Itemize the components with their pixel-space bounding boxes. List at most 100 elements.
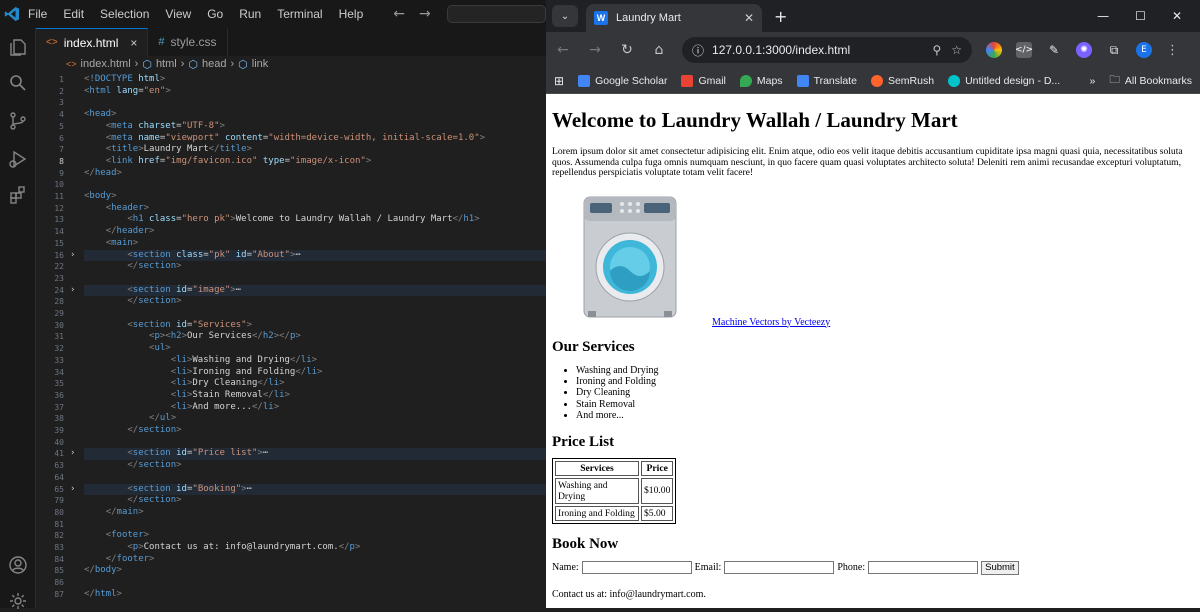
code-line[interactable]: </section> [84,261,181,273]
search-icon[interactable] [7,72,29,94]
code-line[interactable]: <meta charset="UTF-8"> [84,121,225,133]
code-line[interactable]: </head> [84,168,122,180]
code-line[interactable]: <p>Contact us at: info@laundrymart.com.<… [84,542,360,554]
menu-edit[interactable]: Edit [55,7,92,21]
breadcrumb-link[interactable]: link [252,58,269,70]
code-line[interactable]: </main> [84,507,144,519]
close-icon[interactable]: × [130,36,137,50]
code-line[interactable]: <body> [84,191,117,203]
extension-ai-icon[interactable]: ✺ [1076,42,1092,58]
more-bookmarks-chevron-icon[interactable]: » [1090,75,1096,87]
menu-go[interactable]: Go [199,7,231,21]
explorer-icon[interactable] [7,36,29,58]
code-line[interactable]: <main> [84,238,139,250]
code-line[interactable]: </footer> [84,554,155,566]
name-input[interactable] [581,561,692,575]
code-line[interactable]: <!DOCTYPE html> [84,74,165,86]
code-line[interactable]: <li>Ironing and Folding</li> [84,367,323,379]
code-line[interactable]: <li>Washing and Drying</li> [84,355,317,367]
bookmark-untitled-design[interactable]: Untitled design - D... [948,74,1060,87]
submit-button[interactable]: Submit [981,560,1019,575]
reload-icon[interactable]: ↻ [618,42,636,58]
bookmark-translate[interactable]: Translate [796,74,857,87]
minimize-icon[interactable]: — [1097,9,1109,23]
breadcrumb-html[interactable]: html [156,58,177,70]
address-bar[interactable]: ⓘ 127.0.0.1:3000/index.html ⚲ ☆ [682,37,972,63]
window-close-icon[interactable]: ✕ [1172,9,1182,23]
image-credit-link[interactable]: Machine Vectors by Vecteezy [712,317,830,328]
back-arrow-icon[interactable]: ← [393,6,405,22]
tab-search-chevron-icon[interactable]: ⌄ [552,5,578,27]
code-line[interactable]: <li>And more...</li> [84,402,279,414]
code-line[interactable]: </section> [84,425,181,437]
bookmark-google-scholar[interactable]: Google Scholar [578,74,667,87]
menu-help[interactable]: Help [331,7,372,21]
code-line[interactable]: </section> [84,460,181,472]
code-line[interactable]: <section id="Services"> [84,320,252,332]
code-line[interactable]: </ul> [84,413,176,425]
code-line[interactable]: <head> [84,109,117,121]
bookmark-semrush[interactable]: SemRush [870,74,934,87]
more-menu-icon[interactable]: ⋮ [1166,43,1179,58]
breadcrumb-file[interactable]: index.html [81,58,131,70]
code-line[interactable]: <section id="Price list">⋯ [84,448,268,460]
fold-chevron-icon[interactable]: › [70,484,75,496]
code-line[interactable]: <section id="Booking">⋯ [84,484,252,496]
code-line[interactable]: <title>Laundry Mart</title> [84,144,252,156]
bookmark-gmail[interactable]: Gmail [681,74,726,87]
command-center-search[interactable] [446,5,546,23]
run-debug-icon[interactable] [7,148,29,170]
code-line[interactable]: <footer> [84,530,149,542]
forward-arrow-icon[interactable]: → [419,6,431,22]
code-line[interactable]: <section class="pk" id="About">⋯ [84,250,300,262]
extensions-puzzle-icon[interactable]: ⧉ [1106,42,1122,58]
code-line[interactable]: <li>Dry Cleaning</li> [84,378,285,390]
code-line[interactable]: <link href="img/favicon.ico" type="image… [84,156,372,168]
profile-avatar[interactable]: E [1136,42,1152,58]
breadcrumb-head[interactable]: head [202,58,226,70]
code-line[interactable]: <ul> [84,343,171,355]
email-input[interactable] [724,561,835,575]
menu-selection[interactable]: Selection [92,7,157,21]
menu-terminal[interactable]: Terminal [269,7,330,21]
all-bookmarks[interactable]: 🗀 All Bookmarks [1109,72,1192,90]
forward-icon[interactable]: → [586,42,604,58]
home-icon[interactable]: ⌂ [650,42,668,58]
code-line[interactable]: </body> [84,565,122,577]
close-tab-icon[interactable]: ✕ [744,11,754,25]
apps-grid-icon[interactable]: ⊞ [554,74,564,88]
tab-style-css[interactable]: # style.css [148,28,228,56]
fold-chevron-icon[interactable]: › [70,250,75,262]
account-icon[interactable] [7,554,29,576]
code-line[interactable]: <p><h2>Our Services</h2></p> [84,331,301,343]
extension-color-icon[interactable] [986,42,1002,58]
zoom-icon[interactable]: ⚲ [932,43,941,57]
extension-code-icon[interactable]: </> [1015,42,1033,58]
bookmark-maps[interactable]: Maps [739,74,783,87]
menu-file[interactable]: File [20,7,55,21]
extensions-icon[interactable] [7,184,29,206]
code-line[interactable]: </section> [84,495,181,507]
code-line[interactable]: <h1 class="hero pk">Welcome to Laundry W… [84,214,479,226]
browser-tab[interactable]: W Laundry Mart ✕ [586,4,762,32]
settings-gear-icon[interactable] [7,590,29,612]
back-icon[interactable]: ← [554,42,572,58]
code-line[interactable]: <section id="image">⋯ [84,285,241,297]
eyedropper-icon[interactable]: ✎ [1046,42,1062,58]
menu-view[interactable]: View [157,7,199,21]
code-line[interactable]: <meta name="viewport" content="width=dev… [84,133,485,145]
code-line[interactable]: <header> [84,203,149,215]
fold-chevron-icon[interactable]: › [70,448,75,460]
menu-run[interactable]: Run [231,7,269,21]
code-line[interactable]: </header> [84,226,155,238]
code-line[interactable]: <li>Stain Removal</li> [84,390,290,402]
maximize-icon[interactable]: ☐ [1135,9,1146,23]
code-line[interactable]: <html lang="en"> [84,86,171,98]
fold-chevron-icon[interactable]: › [70,285,75,297]
code-line[interactable]: </section> [84,296,181,308]
source-control-icon[interactable] [7,110,29,132]
phone-input[interactable] [868,561,979,575]
new-tab-plus-icon[interactable]: + [774,7,787,26]
tab-index-html[interactable]: <> index.html × [36,28,149,56]
site-info-icon[interactable]: ⓘ [692,42,704,59]
